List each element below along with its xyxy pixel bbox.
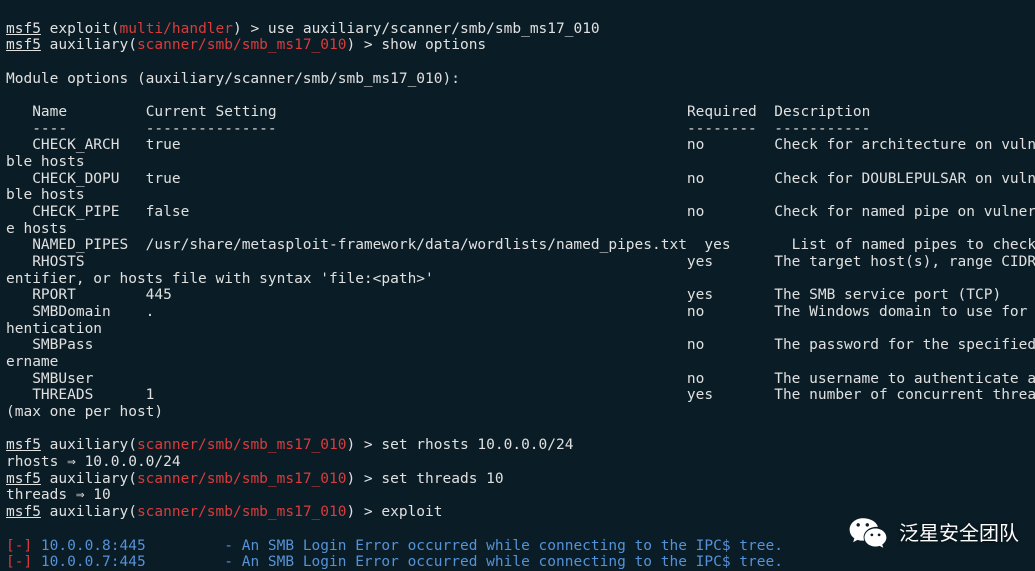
prompt-close: ) > (346, 437, 381, 453)
module-name: scanner/smb/smb_ms17_010 (137, 471, 347, 487)
option-row: SMBPass no The password for the specifie… (6, 337, 1029, 354)
col-setting: Current Setting (146, 104, 277, 120)
module-name: multi/handler (120, 21, 234, 37)
option-row: CHECK_DOPU true no Check for DOUBLEPULSA… (6, 171, 1029, 188)
prompt-prefix: msf5 (6, 471, 41, 487)
prompt-prefix: msf5 (6, 504, 41, 520)
option-row: NAMED_PIPES /usr/share/metasploit-framew… (6, 237, 1029, 254)
error-line: [-] 10.0.0.8:445 - An SMB Login Error oc… (6, 538, 783, 554)
option-row: THREADS 1 yes The number of concurrent t… (6, 387, 1029, 404)
option-row: SMBDomain . no The Windows domain to use… (6, 304, 1029, 321)
option-row-wrap: ble hosts (6, 154, 1029, 171)
command-text: set rhosts 10.0.0.0/24 (381, 437, 573, 453)
prompt-type: auxiliary( (41, 437, 137, 453)
prompt-prefix: msf5 (6, 37, 41, 53)
terminal-window[interactable]: msf5 exploit(multi/handler) > use auxili… (0, 0, 1035, 571)
option-row: RPORT 445 yes The SMB service port (TCP) (6, 287, 1029, 304)
module-options-header: Module options (auxiliary/scanner/smb/sm… (6, 71, 460, 87)
options-header-row: Name Current Setting Required Descriptio… (6, 104, 870, 120)
wechat-icon (847, 513, 889, 555)
option-row-wrap: ble hosts (6, 187, 1029, 204)
prompt-type: auxiliary( (41, 504, 137, 520)
command-text: use auxiliary/scanner/smb/smb_ms17_010 (268, 21, 600, 37)
prompt-line-4: msf5 auxiliary(scanner/smb/smb_ms17_010)… (6, 471, 504, 487)
prompt-close: ) > (346, 37, 381, 53)
prompt-close: ) > (346, 471, 381, 487)
error-line: [-] 10.0.0.7:445 - An SMB Login Error oc… (6, 554, 783, 570)
prompt-close: ) > (233, 21, 268, 37)
option-row-wrap: entifier, or hosts file with syntax 'fil… (6, 271, 1029, 288)
prompt-type: auxiliary( (41, 37, 137, 53)
error-text: 10.0.0.8:445 - An SMB Login Error occurr… (32, 538, 783, 554)
module-name: scanner/smb/smb_ms17_010 (137, 37, 347, 53)
option-row-wrap: (max one per host) (6, 404, 1029, 421)
option-row-wrap: hentication (6, 321, 1029, 338)
watermark: 泛星安全团队 (847, 513, 1019, 555)
option-row: CHECK_PIPE false no Check for named pipe… (6, 204, 1029, 221)
prompt-line-1: msf5 exploit(multi/handler) > use auxili… (6, 21, 600, 37)
option-row: SMBUser no The username to authenticate … (6, 371, 1029, 388)
options-header-underline: ---- --------------- -------- ----------… (6, 121, 870, 137)
command-text: exploit (381, 504, 442, 520)
col-desc: Description (774, 104, 870, 120)
error-text: 10.0.0.7:445 - An SMB Login Error occurr… (32, 554, 783, 570)
command-text: show options (381, 37, 486, 53)
module-name: scanner/smb/smb_ms17_010 (137, 504, 347, 520)
watermark-text: 泛星安全团队 (899, 523, 1019, 546)
command-text: set threads 10 (381, 471, 503, 487)
col-name: Name (6, 104, 67, 120)
option-row: RHOSTS yes The target host(s), range CID… (6, 254, 1029, 271)
error-marker: [-] (6, 538, 32, 554)
prompt-line-2: msf5 auxiliary(scanner/smb/smb_ms17_010)… (6, 37, 486, 53)
prompt-close: ) > (346, 504, 381, 520)
output-line: threads ⇒ 10 (6, 487, 111, 503)
prompt-prefix: msf5 (6, 21, 41, 37)
option-row-wrap: ername (6, 354, 1029, 371)
prompt-type: auxiliary( (41, 471, 137, 487)
option-row-wrap: e hosts (6, 221, 1029, 238)
error-marker: [-] (6, 554, 32, 570)
col-required: Required (687, 104, 757, 120)
output-line: rhosts ⇒ 10.0.0.0/24 (6, 454, 181, 470)
option-row: CHECK_ARCH true no Check for architectur… (6, 137, 1029, 154)
prompt-prefix: msf5 (6, 437, 41, 453)
prompt-type: exploit( (41, 21, 120, 37)
prompt-line-3: msf5 auxiliary(scanner/smb/smb_ms17_010)… (6, 437, 573, 453)
module-name: scanner/smb/smb_ms17_010 (137, 437, 347, 453)
prompt-line-5: msf5 auxiliary(scanner/smb/smb_ms17_010)… (6, 504, 443, 520)
